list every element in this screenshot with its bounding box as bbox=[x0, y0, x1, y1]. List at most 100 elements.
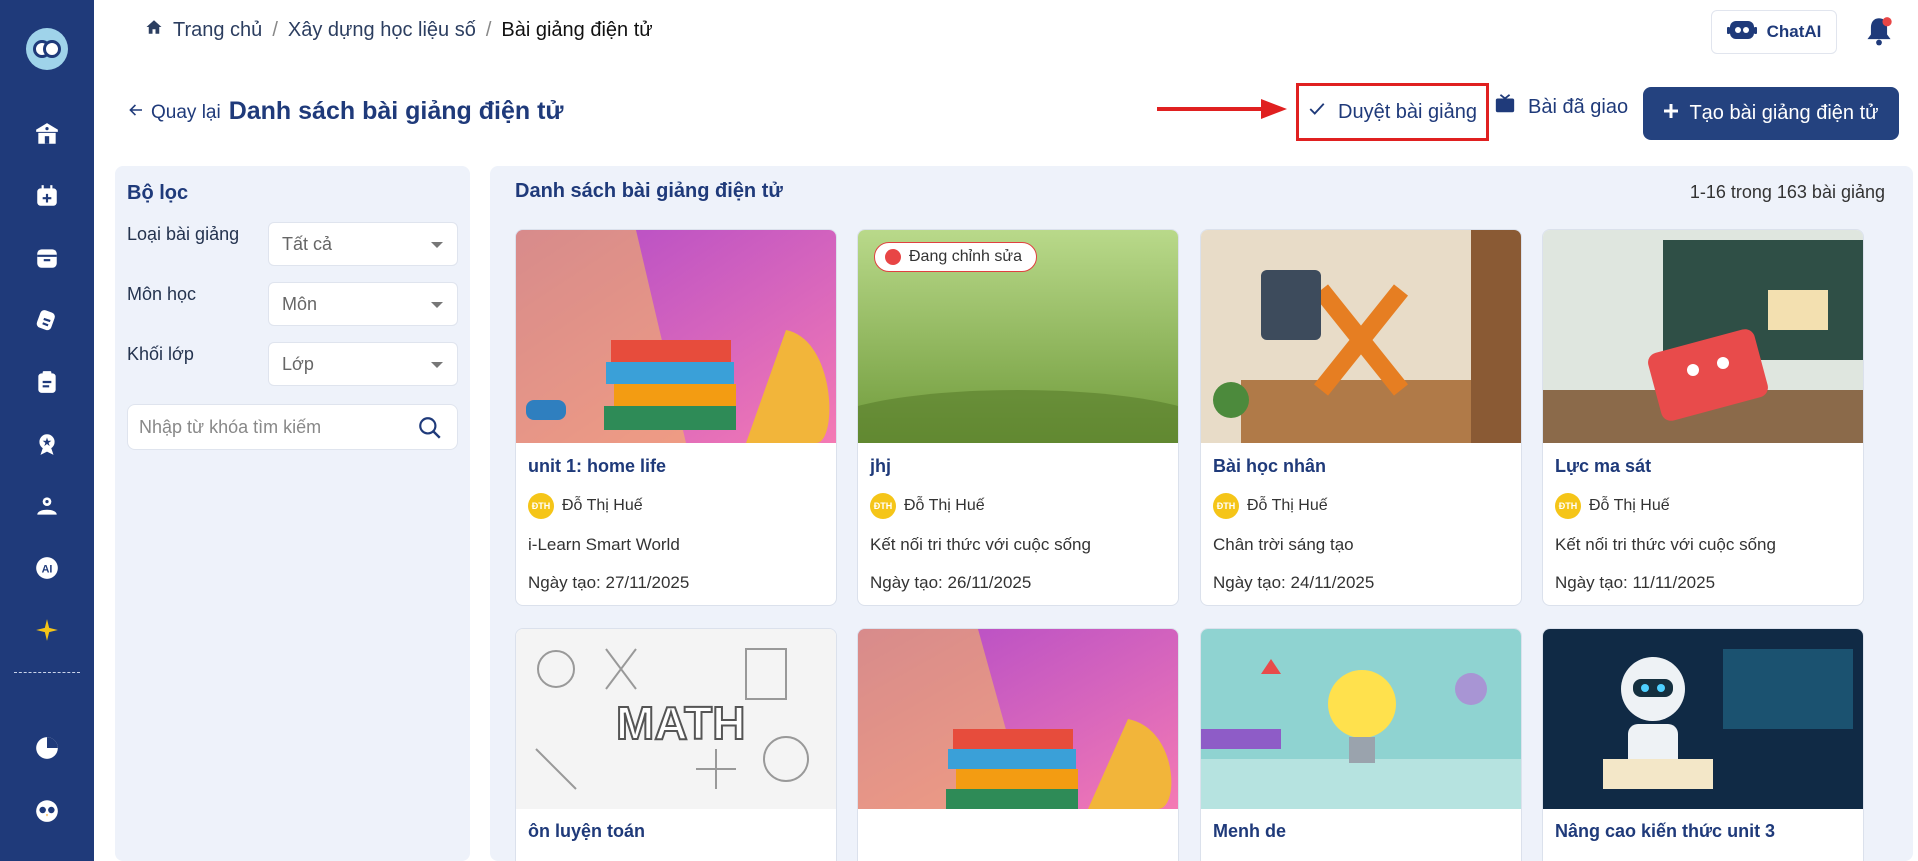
lecture-thumbnail[interactable]: MATH bbox=[516, 629, 836, 809]
user-group-icon[interactable] bbox=[33, 492, 61, 520]
archive-icon[interactable] bbox=[33, 244, 61, 272]
filter-subject-label: Môn học bbox=[127, 284, 197, 304]
pie-chart-icon[interactable] bbox=[33, 734, 61, 762]
author-name: Đỗ Thị Huế bbox=[1247, 497, 1328, 514]
badge-label: Đang chỉnh sửa bbox=[909, 248, 1022, 265]
author-name: Đỗ Thị Huế bbox=[1589, 497, 1670, 514]
lecture-book: Kết nối tri thức với cuộc sống bbox=[870, 535, 1091, 554]
robot-icon bbox=[1726, 17, 1757, 48]
lecture-title[interactable]: Menh de bbox=[1213, 821, 1286, 842]
arrow-left-icon bbox=[127, 101, 145, 125]
sparkle-icon[interactable] bbox=[33, 616, 61, 644]
status-dot-icon bbox=[885, 249, 901, 265]
create-label: Tạo bài giảng điện tử bbox=[1689, 102, 1879, 124]
filter-subject-value: Môn bbox=[282, 293, 318, 314]
lecture-date: Ngày tạo: 27/11/2025 bbox=[528, 573, 690, 592]
approve-label: Duyệt bài giảng bbox=[1338, 100, 1477, 123]
annotation-arrow-icon bbox=[1157, 99, 1287, 119]
lecture-author: ĐTH Đỗ Thị Huế bbox=[1213, 493, 1328, 519]
lecture-card[interactable]: Menh de bbox=[1200, 628, 1522, 861]
lecture-title[interactable]: Nâng cao kiến thức unit 3 bbox=[1555, 821, 1775, 842]
avatar: ĐTH bbox=[1213, 493, 1239, 519]
lecture-author: ĐTH Đỗ Thị Huế bbox=[1555, 493, 1670, 519]
breadcrumb: Trang chủ / Xây dựng học liệu số / Bài g… bbox=[145, 18, 653, 42]
assigned-label: Bài đã giao bbox=[1528, 95, 1629, 118]
caret-down-icon bbox=[431, 242, 443, 248]
lecture-title[interactable]: Bài học nhân bbox=[1213, 456, 1326, 477]
list-title: Danh sách bài giảng điện tử bbox=[515, 180, 783, 202]
create-lecture-button[interactable]: Tạo bài giảng điện tử bbox=[1643, 87, 1899, 140]
back-link[interactable]: Quay lại bbox=[127, 101, 221, 125]
chatai-label: ChatAI bbox=[1766, 22, 1822, 41]
search-icon[interactable] bbox=[417, 415, 443, 441]
lecture-list-panel: Danh sách bài giảng điện tử 1-16 trong 1… bbox=[490, 166, 1913, 861]
filter-type-select[interactable]: Tất cả bbox=[268, 222, 458, 266]
lecture-card[interactable]: Lực ma sát ĐTH Đỗ Thị Huế Kết nối tri th… bbox=[1542, 229, 1864, 606]
lecture-card[interactable]: Bài học nhân ĐTH Đỗ Thị Huế Chân trời sá… bbox=[1200, 229, 1522, 606]
lecture-thumbnail[interactable] bbox=[1543, 230, 1863, 443]
lecture-title[interactable]: unit 1: home life bbox=[528, 456, 666, 477]
lecture-thumbnail[interactable] bbox=[1201, 230, 1521, 443]
tv-icon bbox=[1494, 93, 1516, 121]
lecture-thumbnail[interactable] bbox=[1201, 629, 1521, 809]
breadcrumb-section[interactable]: Xây dựng học liệu số bbox=[288, 19, 476, 42]
school-icon[interactable] bbox=[33, 120, 61, 148]
back-label: Quay lại bbox=[151, 102, 221, 123]
bell-icon[interactable] bbox=[1865, 16, 1893, 46]
filter-title: Bộ lọc bbox=[127, 182, 189, 204]
avatar: ĐTH bbox=[1555, 493, 1581, 519]
author-name: Đỗ Thị Huế bbox=[904, 497, 985, 514]
search-box bbox=[127, 404, 458, 450]
svg-text:MATH: MATH bbox=[616, 697, 745, 749]
caret-down-icon bbox=[431, 362, 443, 368]
award-icon[interactable] bbox=[33, 430, 61, 458]
lecture-thumbnail[interactable] bbox=[1543, 629, 1863, 809]
lecture-title[interactable]: Lực ma sát bbox=[1555, 456, 1651, 477]
page-header: Quay lại Danh sách bài giảng điện tử bbox=[127, 97, 564, 126]
lecture-date: Ngày tạo: 24/11/2025 bbox=[1213, 573, 1375, 592]
search-input[interactable] bbox=[128, 405, 398, 449]
chatai-button[interactable]: ChatAI bbox=[1711, 10, 1837, 54]
lecture-card[interactable]: Đang chỉnh sửa jhj ĐTH Đỗ Thị Huế Kết nố… bbox=[857, 229, 1179, 606]
home-icon[interactable] bbox=[145, 18, 163, 42]
breadcrumb-current: Bài giảng điện tử bbox=[501, 18, 653, 41]
check-icon bbox=[1308, 100, 1326, 124]
avatar: ĐTH bbox=[870, 493, 896, 519]
owl-logo-icon[interactable] bbox=[26, 28, 68, 70]
assigned-lectures-button[interactable]: Bài đã giao bbox=[1494, 93, 1628, 121]
clipboard-icon[interactable] bbox=[33, 368, 61, 396]
lecture-date: Ngày tạo: 11/11/2025 bbox=[1555, 573, 1716, 592]
lecture-title[interactable]: jhj bbox=[870, 456, 891, 477]
lecture-author: ĐTH Đỗ Thị Huế bbox=[528, 493, 643, 519]
breadcrumb-home[interactable]: Trang chủ bbox=[173, 19, 262, 42]
lecture-thumbnail[interactable] bbox=[516, 230, 836, 443]
calendar-add-icon[interactable] bbox=[33, 182, 61, 210]
plus-icon bbox=[1663, 102, 1679, 125]
lecture-date: Ngày tạo: 26/11/2025 bbox=[870, 573, 1032, 592]
ai-chat-icon[interactable]: AI bbox=[33, 554, 61, 582]
lecture-thumbnail[interactable]: Đang chỉnh sửa bbox=[858, 230, 1178, 443]
author-name: Đỗ Thị Huế bbox=[562, 497, 643, 514]
lecture-title[interactable]: ôn luyện toán bbox=[528, 821, 645, 842]
lecture-card[interactable] bbox=[857, 628, 1179, 861]
avatar: ĐTH bbox=[528, 493, 554, 519]
filter-panel: Bộ lọc Loại bài giảng Tất cả Môn học Môn… bbox=[115, 166, 470, 861]
notes-icon[interactable] bbox=[33, 306, 61, 334]
lecture-book: i-Learn Smart World bbox=[528, 535, 680, 554]
filter-grade-select[interactable]: Lớp bbox=[268, 342, 458, 386]
editing-status-badge: Đang chỉnh sửa bbox=[874, 242, 1037, 272]
lecture-card[interactable]: unit 1: home life ĐTH Đỗ Thị Huế i-Learn… bbox=[515, 229, 837, 606]
caret-down-icon bbox=[431, 302, 443, 308]
breadcrumb-separator: / bbox=[272, 18, 278, 41]
lecture-card[interactable]: Nâng cao kiến thức unit 3 bbox=[1542, 628, 1864, 861]
filter-subject-select[interactable]: Môn bbox=[268, 282, 458, 326]
page-title: Danh sách bài giảng điện tử bbox=[228, 97, 564, 125]
approve-lectures-button[interactable]: Duyệt bài giảng bbox=[1296, 83, 1489, 141]
breadcrumb-separator: / bbox=[485, 18, 492, 41]
lecture-thumbnail[interactable] bbox=[858, 629, 1178, 809]
filter-grade-value: Lớp bbox=[282, 353, 314, 374]
lecture-author: ĐTH Đỗ Thị Huế bbox=[870, 493, 985, 519]
owl-profile-icon[interactable] bbox=[33, 796, 61, 824]
lecture-card[interactable]: MATH ôn luyện toán bbox=[515, 628, 837, 861]
filter-grade-label: Khối lớp bbox=[127, 344, 194, 364]
